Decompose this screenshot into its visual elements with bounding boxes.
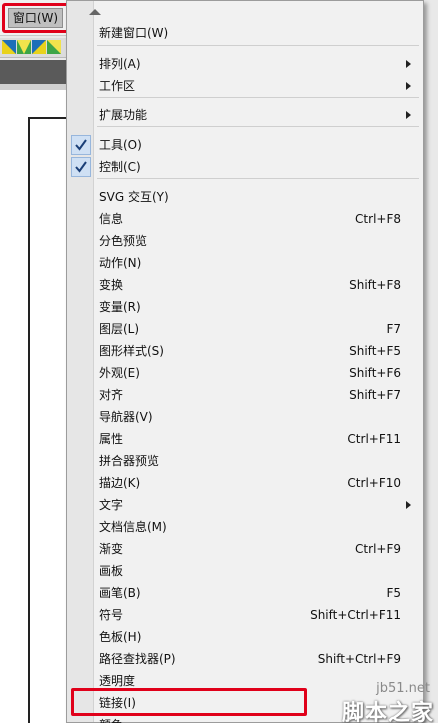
menu-item-gradient[interactable]: 渐变 Ctrl+F9	[67, 538, 423, 560]
menu-item-label: 描边(K)	[99, 476, 141, 490]
menu-item-label: 动作(N)	[99, 256, 142, 270]
menu-item-label: 属性	[99, 432, 124, 446]
menu-item-arrange[interactable]: 排列(A)	[67, 53, 423, 75]
menu-item-navigator[interactable]: 导航器(V)	[67, 406, 423, 428]
menu-item-label: 控制(C)	[99, 160, 141, 174]
watermark-url: jb51.net	[376, 681, 430, 696]
menu-item-label: 画笔(B)	[99, 586, 141, 600]
menu-item-shortcut: Ctrl+F9	[355, 542, 401, 556]
menu-separator	[97, 97, 419, 98]
checkmark-icon	[71, 157, 91, 177]
swatch-icon	[32, 40, 46, 54]
menu-item-shortcut: Shift+F7	[349, 388, 401, 402]
menu-item-shortcut: Shift+F6	[349, 366, 401, 380]
menu-item-shortcut: Shift+F8	[349, 278, 401, 292]
menu-item-label: SVG 交互(Y)	[99, 190, 169, 204]
menu-item-label: 画板	[99, 564, 124, 578]
submenu-arrow-icon	[406, 60, 411, 68]
menu-item-label: 图形样式(S)	[99, 344, 164, 358]
document-tab-bar	[0, 60, 68, 84]
menu-item-label: 渐变	[99, 542, 124, 556]
menu-item-new-window[interactable]: 新建窗口(W)	[67, 22, 423, 44]
menu-item-shortcut: Shift+Ctrl+F11	[310, 608, 401, 622]
menu-item-label: 拼合器预览	[99, 454, 160, 468]
menu-item-brushes[interactable]: 画笔(B) F5	[67, 582, 423, 604]
menu-item-appearance[interactable]: 外观(E) Shift+F6	[67, 362, 423, 384]
menu-item-artboards[interactable]: 画板	[67, 560, 423, 582]
menu-separator	[97, 45, 419, 46]
menu-item-label: 分色预览	[99, 234, 148, 248]
menu-item-label: 文档信息(M)	[99, 520, 167, 534]
menu-item-shortcut: F7	[386, 322, 401, 336]
menu-item-extensions[interactable]: 扩展功能	[67, 104, 423, 126]
menu-item-transform[interactable]: 变换 Shift+F8	[67, 274, 423, 296]
menu-item-label: 工具(O)	[99, 138, 142, 152]
menu-item-workspace[interactable]: 工作区	[67, 75, 423, 97]
checkmark-icon	[71, 135, 91, 155]
menu-item-variables[interactable]: 变量(R)	[67, 296, 423, 318]
menu-item-label: 排列(A)	[99, 57, 141, 71]
control-bar	[0, 38, 68, 58]
swatch-icon	[17, 40, 31, 54]
menu-item-shortcut: Ctrl+F11	[347, 432, 401, 446]
menu-item-layers[interactable]: 图层(L) F7	[67, 318, 423, 340]
submenu-arrow-icon	[406, 501, 411, 509]
menu-item-label: 外观(E)	[99, 366, 140, 380]
menu-separator	[97, 126, 419, 127]
menu-item-shortcut: F5	[386, 586, 401, 600]
menu-item-document-info[interactable]: 文档信息(M)	[67, 516, 423, 538]
submenu-arrow-icon	[406, 111, 411, 119]
menu-item-actions[interactable]: 动作(N)	[67, 252, 423, 274]
menu-item-swatches[interactable]: 色板(H)	[67, 626, 423, 648]
annotation-highlight-window-menu	[2, 3, 72, 33]
swatch-icon	[2, 40, 16, 54]
menu-item-label: 扩展功能	[99, 108, 148, 122]
menu-item-symbols[interactable]: 符号 Shift+Ctrl+F11	[67, 604, 423, 626]
menu-item-info[interactable]: 信息 Ctrl+F8	[67, 208, 423, 230]
menu-item-separations-preview[interactable]: 分色预览	[67, 230, 423, 252]
annotation-highlight-link-item	[71, 688, 307, 716]
menu-item-tools[interactable]: 工具(O)	[67, 134, 423, 156]
menu-item-label: 导航器(V)	[99, 410, 153, 424]
submenu-arrow-icon	[406, 82, 411, 90]
menu-item-control[interactable]: 控制(C)	[67, 156, 423, 178]
menu-item-pathfinder[interactable]: 路径查找器(P) Shift+Ctrl+F9	[67, 648, 423, 670]
menu-separator	[97, 178, 419, 179]
menu-item-label: 符号	[99, 608, 124, 622]
menu-item-shortcut: Shift+Ctrl+F9	[317, 652, 401, 666]
watermark: jb51.net 脚本之家	[318, 681, 436, 723]
menu-item-align[interactable]: 对齐 Shift+F7	[67, 384, 423, 406]
window-dropdown-menu: 新建窗口(W) 排列(A) 工作区扩展功能工具(O) 控制(C) SVG 交互(Y) 信息…	[66, 0, 424, 723]
menu-item-label: 路径查找器(P)	[99, 652, 176, 666]
menu-item-flattener-preview[interactable]: 拼合器预览	[67, 450, 423, 472]
menu-item-shortcut: Shift+F5	[349, 344, 401, 358]
menu-item-svg-interactivity[interactable]: SVG 交互(Y)	[67, 186, 423, 208]
watermark-name: 脚本之家	[341, 701, 434, 723]
swatch-icon	[47, 40, 61, 54]
menu-item-attributes[interactable]: 属性 Ctrl+F11	[67, 428, 423, 450]
menu-item-label: 对齐	[99, 388, 124, 402]
menu-item-label: 新建窗口(W)	[99, 26, 169, 40]
menu-item-stroke[interactable]: 描边(K) Ctrl+F10	[67, 472, 423, 494]
menu-item-shortcut: Ctrl+F10	[347, 476, 401, 490]
menu-item-graphic-styles[interactable]: 图形样式(S) Shift+F5	[67, 340, 423, 362]
menu-item-shortcut: Ctrl+F8	[355, 212, 401, 226]
menu-item-label: 工作区	[99, 79, 136, 93]
menu-item-label: 图层(L)	[99, 322, 140, 336]
scroll-up-arrow-icon[interactable]	[87, 7, 103, 17]
menu-item-label: 信息	[99, 212, 124, 226]
menu-item-type[interactable]: 文字	[67, 494, 423, 516]
menu-item-label: 变换	[99, 278, 124, 292]
menu-item-label: 变量(R)	[99, 300, 141, 314]
menu-item-label: 色板(H)	[99, 630, 142, 644]
artboard	[28, 117, 68, 723]
menu-item-label: 文字	[99, 498, 124, 512]
